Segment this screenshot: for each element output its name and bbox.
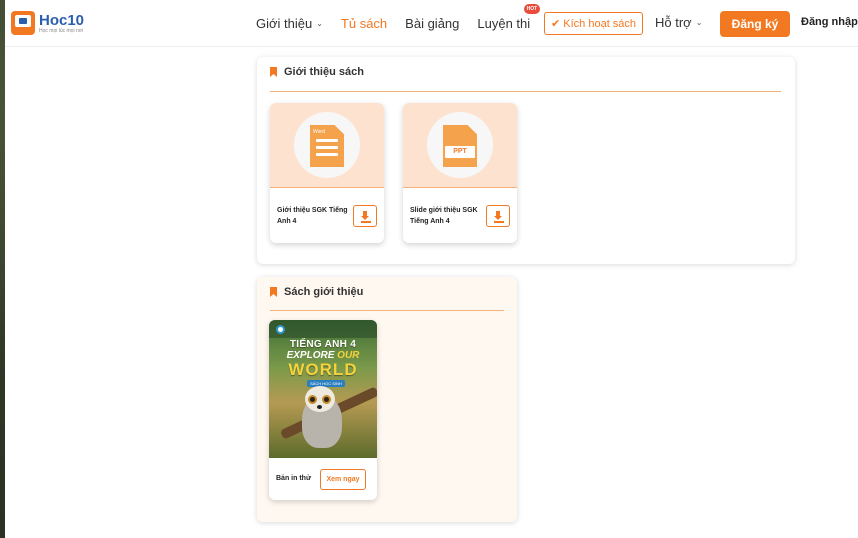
chevron-down-icon: ⌄ [695,18,703,27]
section-divider [270,310,504,311]
nav-item-luyen-thi[interactable]: Luyện thi HOT [477,4,541,31]
book-label: Bản in thử [276,475,312,482]
download-icon [494,221,504,223]
nav-item-tu-sach[interactable]: Tủ sách [341,16,387,31]
nav-item-gioi-thieu[interactable]: Giới thiệu ⌄ [256,16,323,31]
chevron-down-icon: ⌄ [316,19,323,28]
featured-books-section: Sách giới thiệu TIẾNG ANH 4 EXPLORE OUR … [257,277,517,522]
register-button[interactable]: Đăng ký [720,11,790,37]
login-link[interactable]: Đăng nhập [801,16,858,28]
bookmark-icon [270,287,277,297]
main-nav: Giới thiệu ⌄ Tủ sách Bài giảng Luyện thi… [256,0,548,47]
bookmark-icon [270,67,277,77]
file-name: Slide giới thiệu SGK Tiếng Anh 4 [410,207,478,225]
page: Hoc10 Học mọi lúc mọi nơi Giới thiệu ⌄ T… [5,0,858,538]
download-icon [361,221,371,223]
activate-book-button[interactable]: ✔ Kích hoạt sách [544,12,644,35]
download-button[interactable] [353,205,377,227]
logo-tagline: Học mọi lúc mọi nơi [39,27,84,34]
top-navbar: Hoc10 Học mọi lúc mọi nơi Giới thiệu ⌄ T… [5,0,858,47]
logo-icon [11,11,35,35]
cover-title: TIẾNG ANH 4 [289,339,357,350]
download-button[interactable] [486,205,510,227]
nav-item-ho-tro[interactable]: Hỗ trợ ⌄ [655,15,702,30]
hot-badge: HOT [523,4,541,14]
file-name: Giới thiệu SGK Tiếng Anh 4 [277,207,348,225]
publisher-logo-icon [276,325,285,334]
section-title: Giới thiệu sách [284,66,364,78]
logo-name: Hoc10 [39,11,85,29]
hoc10-logo[interactable]: Hoc10 Học mọi lúc mọi nơi [11,11,84,35]
book-cover-image[interactable]: TIẾNG ANH 4 EXPLORE OUR WORLD SÁCH HỌC S… [269,320,377,458]
book-card[interactable]: TIẾNG ANH 4 EXPLORE OUR WORLD SÁCH HỌC S… [269,320,377,500]
view-now-button[interactable]: Xem ngay [320,469,366,490]
file-card[interactable]: Word Giới thiệu SGK Tiếng Anh 4 [270,103,384,243]
book-intro-section: Giới thiệu sách Word Giới thiệu SGK Tiến… [257,57,795,264]
section-title: Sách giới thiệu [284,286,364,298]
section-divider [270,91,781,92]
file-card[interactable]: PPT Slide giới thiệu SGK Tiếng Anh 4 [403,103,517,243]
nav-item-bai-giang[interactable]: Bài giảng [405,16,459,31]
